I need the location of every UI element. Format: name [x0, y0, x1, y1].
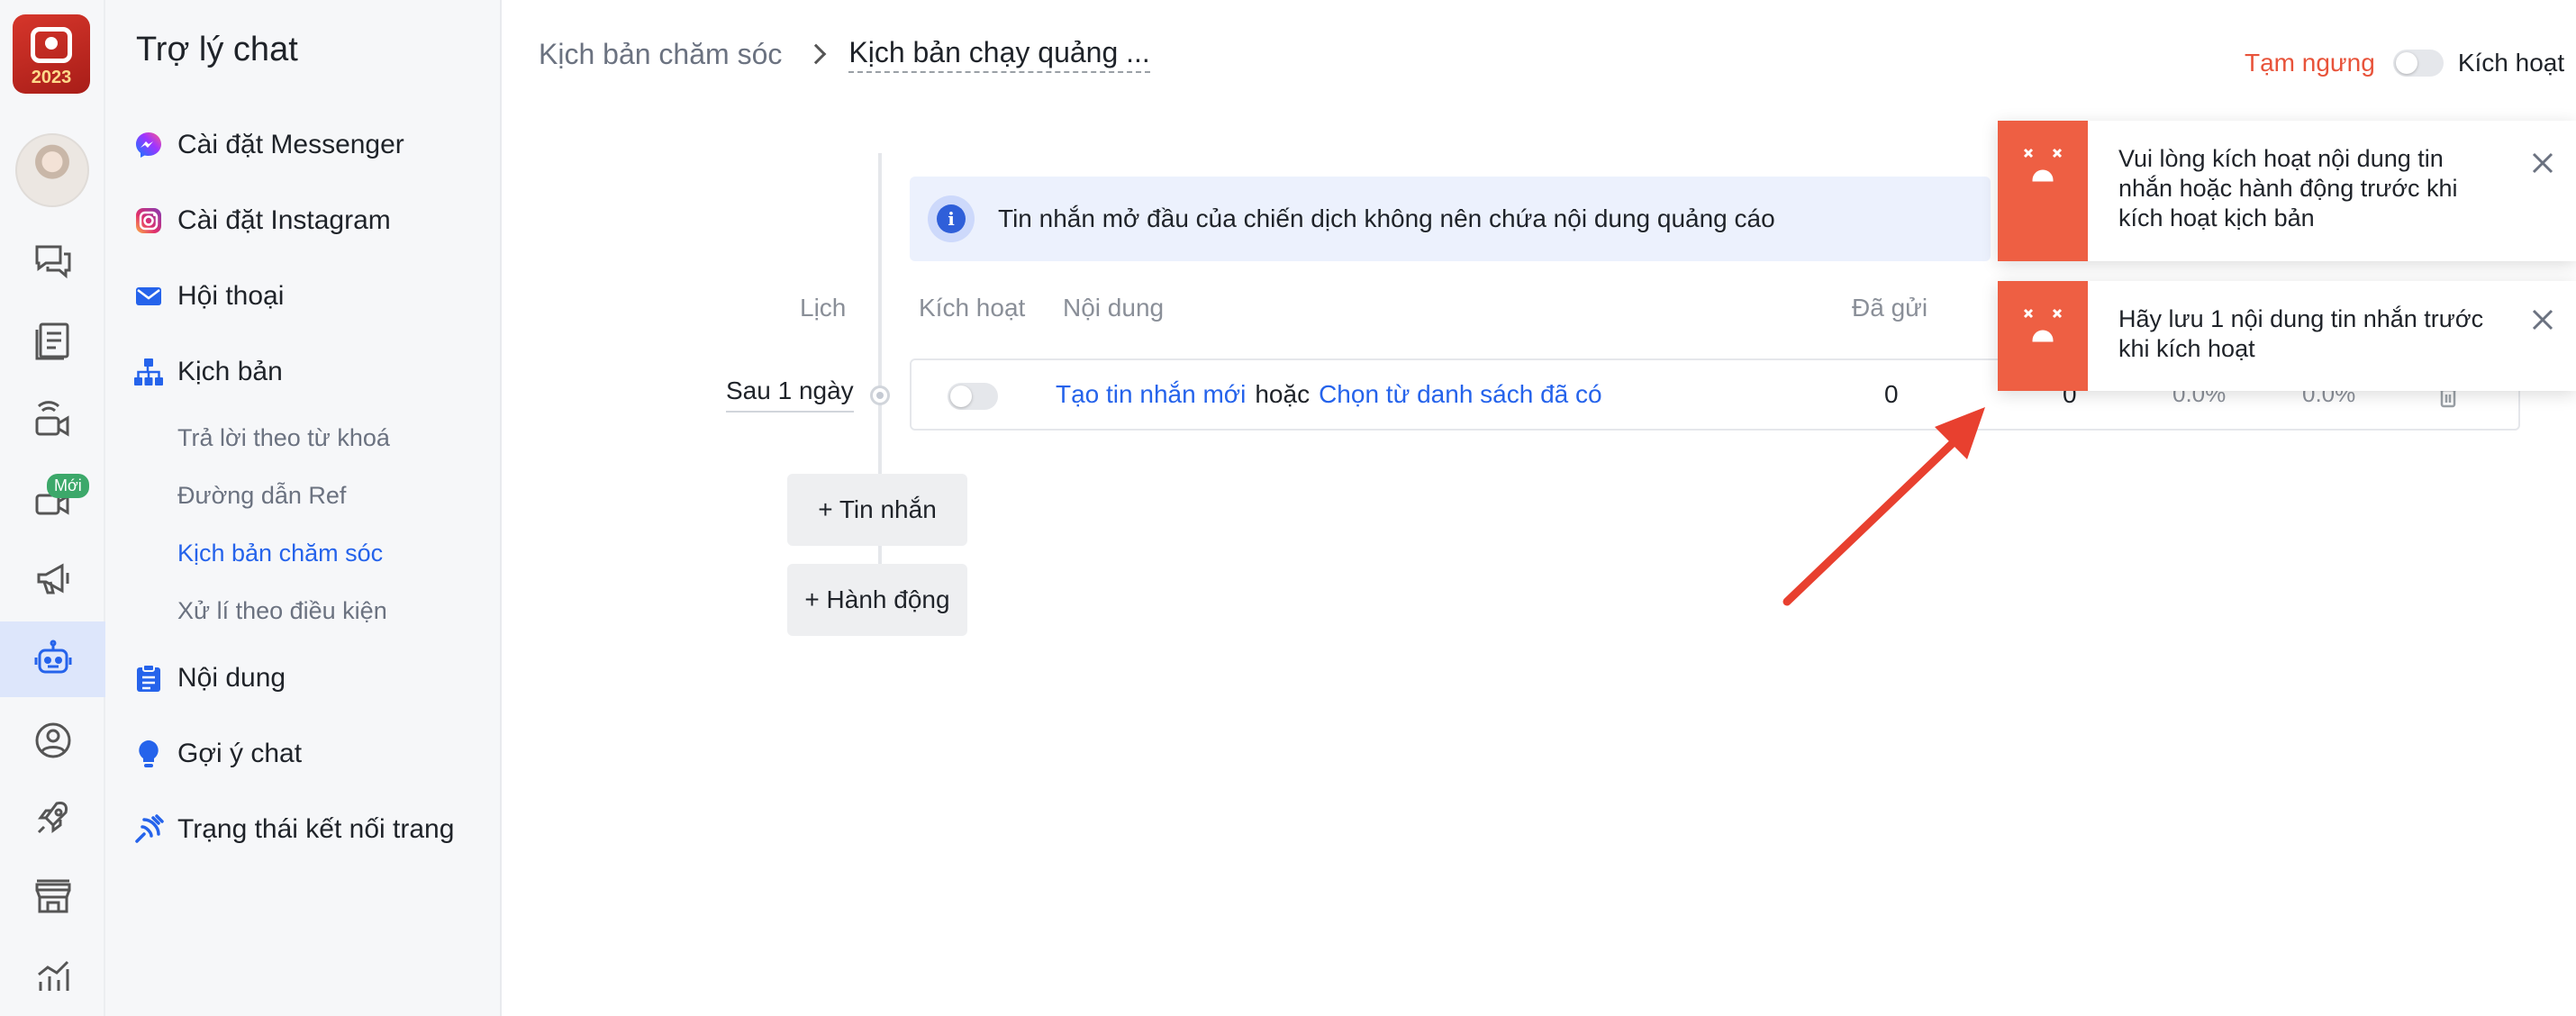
sidebar-item-messenger[interactable]: Cài đặt Messenger: [132, 122, 404, 168]
rail-boost[interactable]: [0, 780, 105, 856]
message-activate-toggle[interactable]: [948, 383, 998, 410]
sidebar-item-conversations[interactable]: Hội thoại: [132, 274, 284, 319]
sub-item-care-script[interactable]: Kịch bản chăm sóc: [177, 533, 383, 573]
megaphone-icon: [37, 563, 68, 594]
sidebar-title: Trợ lý chat: [136, 31, 298, 68]
script-name-field[interactable]: Kịch bản chạy quảng ...: [848, 36, 1150, 73]
info-text: Tin nhắn mở đầu của chiến dịch không nên…: [998, 204, 1775, 232]
sidebar-item-label: Cài đặt Instagram: [177, 205, 391, 235]
user-circle-icon: [35, 722, 70, 758]
close-icon[interactable]: [2529, 306, 2556, 333]
info-banner: i Tin nhắn mở đầu của chiến dịch không n…: [910, 177, 1991, 261]
close-icon[interactable]: [2529, 150, 2556, 177]
col-header-sent: Đã gửi: [1852, 294, 1928, 322]
sidebar-item-scripts[interactable]: Kịch bản: [132, 349, 283, 395]
toast-message: Vui lòng kích hoạt nội dung tin nhắn hoặ…: [2118, 145, 2458, 231]
logo-year: 2023: [31, 68, 72, 87]
error-toast: Hãy lưu 1 nội dung tin nhắn trước khi kí…: [1998, 281, 2576, 391]
sidebar-item-connection-status[interactable]: Trạng thái kết nối trang: [132, 807, 454, 852]
or-text: hoặc: [1255, 380, 1311, 408]
add-action-button[interactable]: + Hành động: [787, 564, 967, 636]
message-content: Tạo tin nhắn mới hoặc Chọn từ danh sách …: [1056, 380, 1602, 409]
sidebar-item-chat-suggest[interactable]: Gợi ý chat: [132, 731, 302, 776]
chevron-right-icon: [806, 43, 827, 65]
bar-chart-icon: [37, 960, 68, 991]
document-list-icon: [35, 322, 68, 360]
sidebar-menu: Trợ lý chat Cài đặt Messenger Cài đặt In…: [105, 0, 502, 1016]
sidebar-item-label: Kịch bản: [177, 357, 283, 386]
connection-icon: [132, 813, 165, 846]
clipboard-icon: [132, 662, 165, 694]
script-activate-toggle[interactable]: [2392, 50, 2444, 77]
sidebar-item-label: Cài đặt Messenger: [177, 130, 404, 159]
sub-item-conditional[interactable]: Xử lí theo điều kiện: [177, 591, 387, 630]
sub-item-keyword-reply[interactable]: Trả lời theo từ khoá: [177, 418, 390, 458]
rail-store[interactable]: [0, 859, 105, 935]
sidebar-item-content[interactable]: Nội dung: [132, 656, 286, 701]
mail-icon: [132, 280, 165, 313]
col-header-schedule: Lịch: [800, 294, 847, 322]
toast-icon-panel: [1998, 121, 2088, 261]
instagram-icon: [132, 204, 165, 237]
rocket-icon: [37, 802, 68, 834]
sad-face-icon: [2023, 148, 2063, 182]
icon-rail: 2023 Mới: [0, 0, 105, 1016]
rail-posts[interactable]: [0, 303, 105, 378]
lightbulb-icon: [132, 738, 165, 770]
sidebar-item-label: Gợi ý chat: [177, 739, 303, 768]
rail-chatbot[interactable]: [0, 621, 105, 697]
sitemap-icon: [132, 356, 165, 388]
col-header-activate: Kích hoạt: [919, 294, 1026, 322]
rail-video-new[interactable]: Mới: [0, 461, 105, 537]
breadcrumb: Kịch bản chăm sóc Kịch bản chạy quảng ..…: [539, 34, 1150, 74]
sidebar-item-label: Nội dung: [177, 663, 286, 693]
new-badge: Mới: [47, 474, 89, 498]
toast-icon-panel: [1998, 281, 2088, 391]
status-active-label: Kích hoạt: [2457, 49, 2565, 77]
toast-message: Hãy lưu 1 nội dung tin nhắn trước khi kí…: [2118, 305, 2484, 362]
messenger-icon: [132, 129, 165, 161]
script-status: Tạm ngưng Kích hoạt: [2245, 45, 2564, 81]
schedule-delay-field[interactable]: Sau 1 ngày: [726, 376, 854, 413]
store-icon: [35, 879, 70, 913]
robot-icon: [34, 640, 71, 674]
chat-bubbles-icon: [35, 245, 70, 279]
rail-customers[interactable]: [0, 703, 105, 778]
info-icon: i: [928, 195, 975, 242]
sad-face-icon: [2023, 308, 2063, 342]
rail-analytics[interactable]: [0, 939, 105, 1014]
app-logo[interactable]: 2023: [13, 14, 90, 94]
create-message-link[interactable]: Tạo tin nhắn mới: [1056, 380, 1246, 409]
rail-conversations[interactable]: [0, 223, 105, 299]
rail-livestream[interactable]: [0, 382, 105, 458]
chat-logo-icon: [31, 27, 72, 63]
col-header-content: Nội dung: [1063, 294, 1165, 322]
live-camera-icon: [35, 401, 68, 437]
breadcrumb-parent[interactable]: Kịch bản chăm sóc: [539, 38, 782, 71]
sidebar-item-label: Trạng thái kết nối trang: [177, 814, 455, 844]
avatar[interactable]: [15, 133, 89, 207]
sidebar-item-instagram[interactable]: Cài đặt Instagram: [132, 198, 391, 243]
timeline-dot: [870, 386, 890, 405]
choose-existing-link[interactable]: Chọn từ danh sách đã có: [1319, 380, 1602, 409]
sub-item-ref-link[interactable]: Đường dẫn Ref: [177, 476, 346, 515]
rail-ads[interactable]: [0, 540, 105, 616]
status-paused-label: Tạm ngưng: [2245, 49, 2375, 77]
add-message-button[interactable]: + Tin nhắn: [787, 474, 967, 546]
sent-count: 0: [1884, 380, 1899, 408]
error-toast: Vui lòng kích hoạt nội dung tin nhắn hoặ…: [1998, 121, 2576, 261]
sidebar-item-label: Hội thoại: [177, 281, 285, 311]
